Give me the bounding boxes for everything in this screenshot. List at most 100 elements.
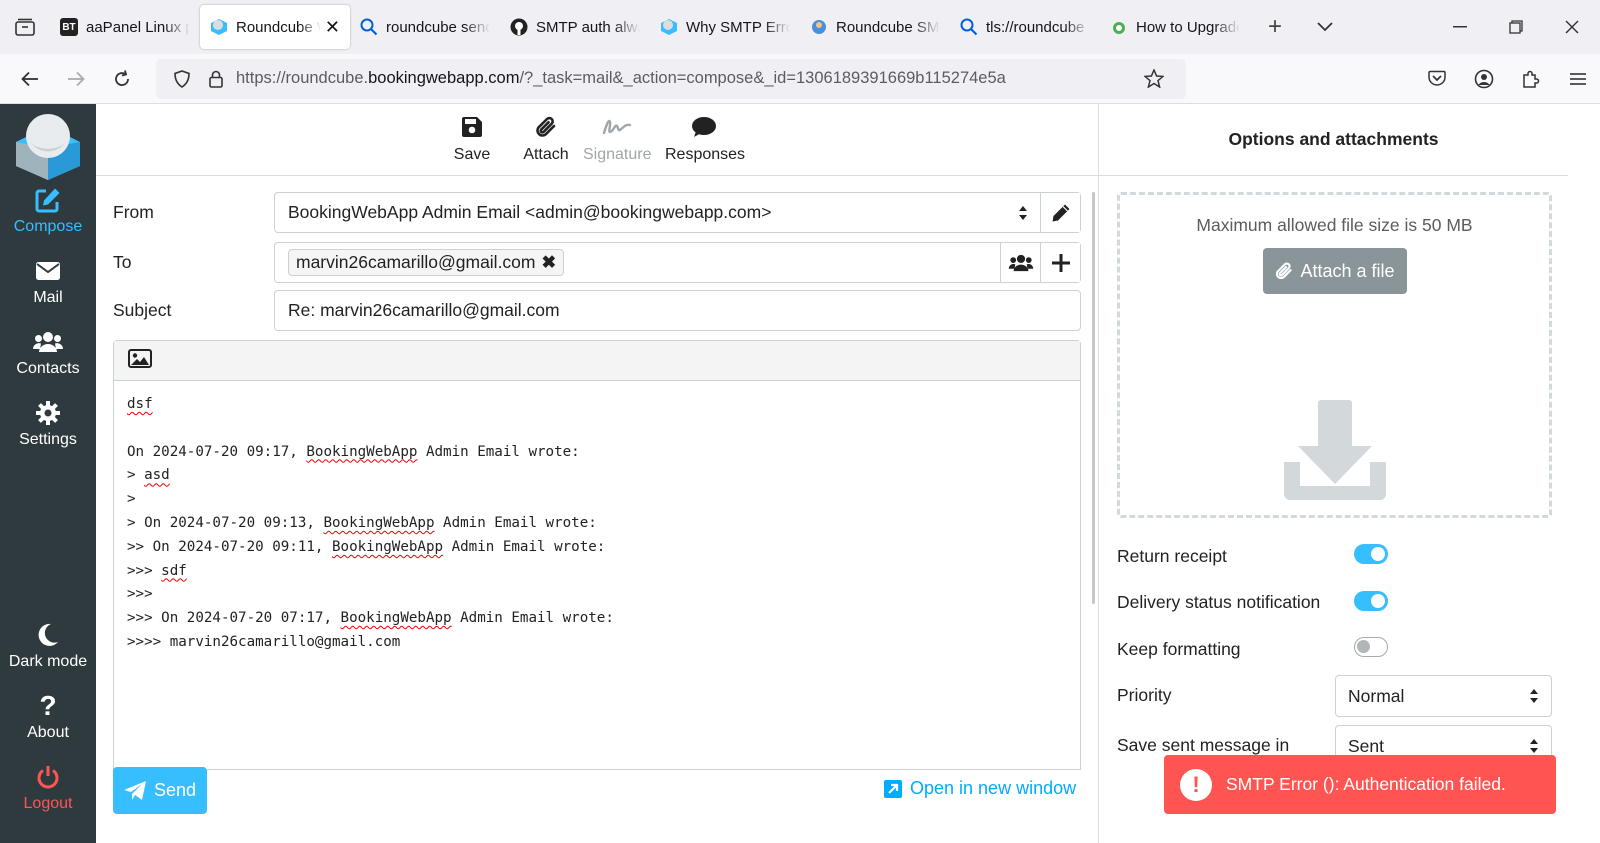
remove-recipient-icon[interactable]: ✖ (542, 252, 557, 273)
browser-tab[interactable]: Roundcube SMTP (800, 5, 950, 49)
error-notification[interactable]: ! SMTP Error (): Authentication failed. (1164, 755, 1556, 814)
power-icon (0, 763, 96, 791)
return-receipt-toggle[interactable] (1354, 544, 1388, 564)
add-header-button[interactable] (1040, 243, 1080, 282)
sidebar-item-about[interactable]: ? About (0, 690, 96, 742)
sidebar-item-settings[interactable]: Settings (0, 399, 96, 449)
url-bar[interactable]: https://roundcube.bookingwebapp.com/?_ta… (156, 58, 1186, 99)
roundcube-sidebar: Compose Mail Contacts Settings Dark mode… (0, 104, 96, 843)
signature-icon (583, 114, 651, 140)
tab-list-button[interactable] (0, 0, 50, 54)
close-tab-icon[interactable]: ✕ (325, 17, 340, 38)
restore-button[interactable] (1488, 20, 1544, 34)
minimize-button[interactable] (1432, 26, 1488, 28)
reload-button[interactable] (100, 57, 144, 101)
menu-button[interactable] (1555, 57, 1600, 101)
save-sent-label: Save sent message in (1117, 735, 1290, 755)
responses-button[interactable]: Responses (665, 114, 746, 164)
attach-button[interactable]: Attach (521, 114, 571, 164)
star-bookmark-icon[interactable] (1140, 69, 1168, 88)
browser-tab-active[interactable]: Roundcube Webmail ✕ (200, 5, 350, 49)
pocket-icon (1427, 70, 1446, 86)
subject-input[interactable]: Re: marvin26camarillo@gmail.com (274, 290, 1081, 331)
browser-tab[interactable]: tls://roundcube (950, 5, 1100, 49)
body-line: >> On 2024-07-20 09:11, (127, 538, 332, 555)
sidebar-label: Settings (19, 431, 77, 448)
edit-identity-button[interactable] (1040, 193, 1080, 232)
sidebar-item-mail[interactable]: Mail (0, 257, 96, 307)
chevron-down-icon (1317, 22, 1333, 32)
sidebar-item-logout[interactable]: Logout (0, 763, 96, 813)
back-button[interactable] (8, 57, 52, 101)
open-in-new-window-link[interactable]: Open in new window (884, 778, 1076, 799)
image-icon[interactable] (128, 348, 152, 373)
body-line: Admin Email wrote: (451, 610, 614, 627)
responses-label: Responses (665, 146, 746, 163)
search-icon (360, 18, 378, 36)
sidebar-item-compose[interactable]: Compose (0, 186, 96, 236)
puzzle-icon (1522, 70, 1539, 88)
tab-list-icon (15, 18, 35, 36)
signature-label: Signature (583, 146, 652, 163)
browser-tab[interactable]: BT aaPanel Linux panel (50, 5, 200, 49)
body-line: BookingWebApp (340, 610, 452, 627)
browser-tab[interactable]: roundcube send error (350, 5, 500, 49)
from-label: From (113, 202, 154, 222)
keep-formatting-toggle[interactable] (1354, 637, 1388, 657)
url-host: bookingwebapp.com (368, 69, 520, 87)
browser-tab[interactable]: Why SMTP Error (650, 5, 800, 49)
attach-file-label: Attach a file (1300, 260, 1395, 281)
body-line: sdf (161, 562, 187, 579)
delivery-status-toggle[interactable] (1354, 591, 1388, 611)
save-button[interactable]: Save (451, 114, 493, 164)
recipient-email: marvin26camarillo@gmail.com (296, 252, 536, 272)
attachment-dropzone[interactable]: Maximum allowed file size is 50 MB Attac… (1117, 192, 1552, 518)
plus-icon (1051, 253, 1070, 272)
comment-icon (665, 114, 743, 140)
shield-icon[interactable] (168, 69, 196, 88)
priority-label: Priority (1117, 685, 1172, 705)
signature-button[interactable]: Signature (583, 114, 652, 164)
hamburger-icon (1569, 72, 1586, 85)
roundcube-logo[interactable] (16, 112, 80, 180)
new-tab-button[interactable]: + (1250, 5, 1300, 49)
pocket-button[interactable] (1414, 57, 1459, 101)
attach-label: Attach (523, 146, 569, 163)
browser-tab[interactable]: SMTP auth always fails (500, 5, 650, 49)
download-icon (1284, 400, 1386, 507)
list-all-tabs-button[interactable] (1300, 5, 1350, 49)
sidebar-item-dark-mode[interactable]: Dark mode (0, 621, 96, 671)
browser-tab[interactable]: How to Upgrade (1100, 5, 1250, 49)
address-book-button[interactable] (1000, 243, 1040, 282)
message-editor[interactable]: dsf On 2024-07-20 09:17, BookingWebApp A… (113, 340, 1081, 770)
panel-scrollbar[interactable] (1092, 192, 1095, 604)
message-body[interactable]: dsf On 2024-07-20 09:17, BookingWebApp A… (114, 381, 1080, 667)
arrow-left-icon (21, 71, 38, 86)
sidebar-item-contacts[interactable]: Contacts (0, 328, 96, 378)
extensions-button[interactable] (1508, 57, 1553, 101)
window-controls (1432, 0, 1600, 54)
floppy-disk-icon (451, 114, 493, 140)
restore-icon (1509, 20, 1523, 34)
plus-icon: + (1267, 13, 1282, 40)
browser-tab-bar: BT aaPanel Linux panel Roundcube Webmail… (0, 0, 1600, 54)
subject-label: Subject (113, 300, 172, 320)
lock-icon[interactable] (202, 70, 230, 88)
recipient-chip[interactable]: marvin26camarillo@gmail.com ✖ (288, 249, 565, 276)
sidebar-label: Mail (33, 289, 63, 306)
tab-label: aaPanel Linux panel (86, 18, 190, 36)
from-select[interactable]: BookingWebApp Admin Email <admin@booking… (274, 192, 1081, 233)
to-field[interactable]: marvin26camarillo@gmail.com ✖ (274, 242, 1081, 283)
attach-file-button[interactable]: Attach a file (1262, 248, 1407, 294)
send-button[interactable]: Send (113, 767, 207, 814)
tab-label: Roundcube SMTP (836, 18, 940, 36)
body-line: >>>> marvin26camarillo@gmail.com (127, 633, 401, 650)
forward-button[interactable] (54, 57, 98, 101)
external-link-icon (884, 779, 902, 798)
sidebar-label: Logout (23, 795, 73, 812)
account-button[interactable] (1461, 57, 1506, 101)
priority-select[interactable]: Normal (1335, 675, 1552, 717)
browser-nav-bar: https://roundcube.bookingwebapp.com/?_ta… (0, 54, 1600, 104)
close-window-button[interactable] (1544, 20, 1600, 34)
tab-label: Why SMTP Error (686, 18, 790, 36)
